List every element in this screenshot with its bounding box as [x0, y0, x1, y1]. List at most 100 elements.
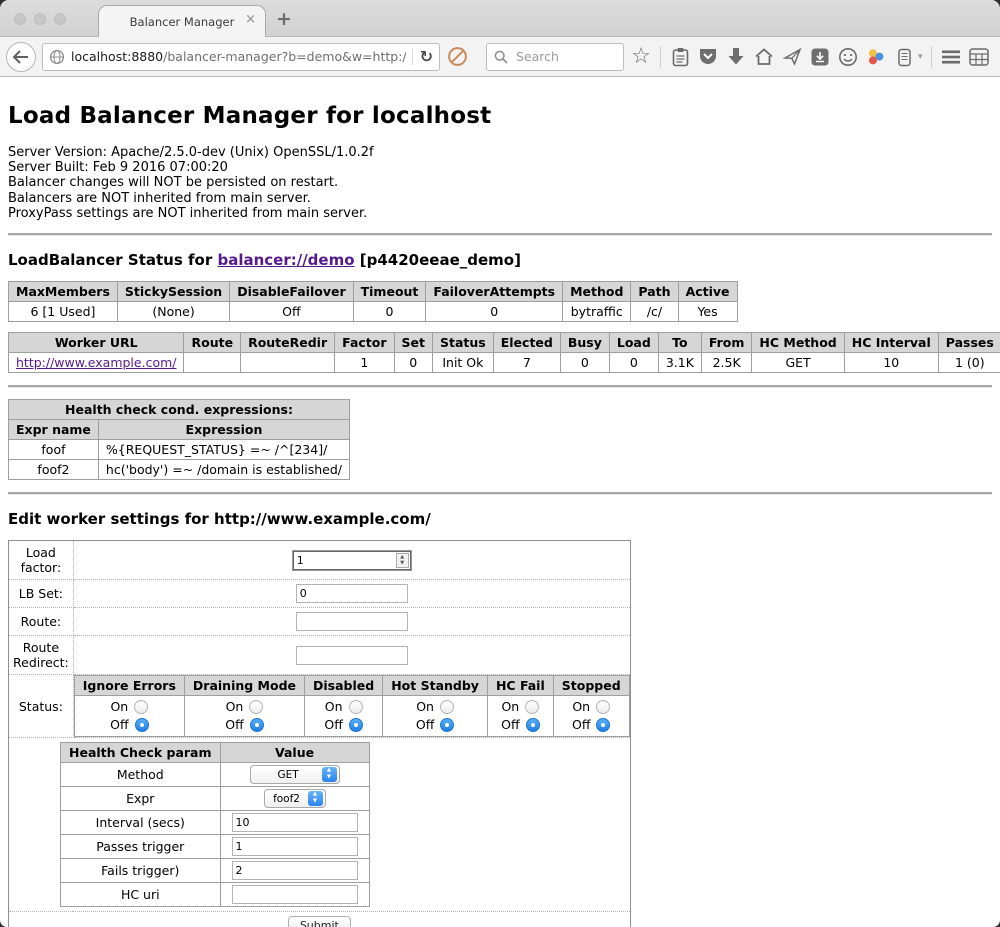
on-label: On	[110, 698, 128, 716]
download-square-icon[interactable]	[809, 45, 831, 69]
submit-button[interactable]: Submit	[288, 916, 351, 927]
server-built-line: Server Built: Feb 9 2016 07:00:20	[8, 160, 992, 175]
tab-bar: Balancer Manager × +	[0, 0, 1000, 37]
cell-failoverattempts: 0	[426, 302, 563, 322]
load-factor-label: Load factor:	[9, 541, 74, 580]
hc-uri-label: HC uri	[61, 883, 221, 907]
col-status: Status	[433, 333, 494, 353]
expressions-title: Health check cond. expressions:	[9, 400, 350, 420]
status-cell-draining-mode: On Off	[184, 696, 304, 737]
hot-standby-on-radio[interactable]	[440, 700, 454, 714]
off-label: Off	[572, 716, 590, 734]
proxypass-notice-line: ProxyPass settings are NOT inherited fro…	[8, 206, 992, 221]
interval-label: Interval (secs)	[61, 811, 221, 835]
col-passes: Passes	[938, 333, 1000, 353]
load-factor-row: Load factor: ▲▼	[9, 541, 631, 580]
cell-load: 0	[609, 353, 658, 373]
table-header-row: Worker URL Route RouteRedir Factor Set S…	[9, 333, 1000, 353]
new-tab-button[interactable]: +	[276, 8, 292, 30]
route-redirect-input[interactable]	[296, 646, 408, 665]
hot-standby-off-radio[interactable]	[440, 718, 454, 732]
health-header-row: Health Check param Value	[61, 743, 370, 763]
route-redirect-row: Route Redirect:	[9, 636, 631, 675]
lb-set-input[interactable]	[296, 584, 408, 603]
tab-close-icon[interactable]: ×	[245, 13, 256, 26]
load-factor-input[interactable]	[294, 554, 396, 567]
workers-table: Worker URL Route RouteRedir Factor Set S…	[8, 332, 1000, 373]
fails-row: Fails trigger)	[61, 859, 370, 883]
stopped-on-radio[interactable]	[596, 700, 610, 714]
hamburger-menu-icon[interactable]	[940, 45, 962, 69]
status-label: Status:	[9, 675, 74, 738]
route-input[interactable]	[296, 612, 408, 631]
navigation-toolbar: localhost:8880/balancer-manager?b=demo&w…	[0, 37, 1000, 77]
expr-select[interactable]: foof2 ▲▼	[264, 789, 326, 808]
on-label: On	[416, 698, 434, 716]
ignore-errors-off-radio[interactable]	[135, 718, 149, 732]
route-label: Route:	[9, 608, 74, 636]
zoom-window-button[interactable]	[54, 13, 66, 25]
back-button[interactable]	[6, 42, 36, 72]
col-stickysession: StickySession	[117, 282, 229, 302]
cell-expr-name: foof	[9, 440, 99, 460]
select-stepper-icon: ▲▼	[322, 767, 337, 782]
status-cell-hot-standby: On Off	[383, 696, 488, 737]
close-window-button[interactable]	[14, 13, 26, 25]
persist-notice-line: Balancer changes will NOT be persisted o…	[8, 175, 992, 190]
chevron-down-icon[interactable]: ▾	[918, 52, 923, 62]
disabled-on-radio[interactable]	[349, 700, 363, 714]
col-path: Path	[631, 282, 678, 302]
hc-uri-row: HC uri	[61, 883, 370, 907]
clipboard-icon[interactable]	[669, 45, 691, 69]
hc-uri-input[interactable]	[232, 885, 358, 904]
colored-dots-icon[interactable]	[865, 45, 887, 69]
bookmark-star-icon[interactable]: ☆	[630, 45, 652, 69]
interval-input[interactable]	[232, 813, 358, 832]
hc-fail-off-radio[interactable]	[526, 718, 540, 732]
send-plane-icon[interactable]	[781, 45, 803, 69]
balancer-status-heading: LoadBalancer Status for balancer://demo …	[8, 251, 992, 269]
method-select[interactable]: GET ▲▼	[250, 765, 340, 784]
off-label: Off	[110, 716, 128, 734]
search-bar[interactable]	[486, 43, 624, 71]
pocket-icon[interactable]	[697, 45, 719, 69]
url-bar[interactable]: localhost:8880/balancer-manager?b=demo&w…	[42, 43, 440, 71]
reload-icon[interactable]: ↻	[412, 49, 433, 65]
stopped-off-radio[interactable]	[596, 718, 610, 732]
cell-to: 3.1K	[658, 353, 701, 373]
tab-balancer-manager[interactable]: Balancer Manager ×	[98, 5, 266, 37]
ignore-errors-on-radio[interactable]	[134, 700, 148, 714]
cell-expression: hc('body') =~ /domain is established/	[98, 460, 349, 480]
container-battery-icon[interactable]	[893, 45, 915, 69]
passes-row: Passes trigger	[61, 835, 370, 859]
grid-panel-icon[interactable]	[968, 45, 990, 69]
draining-mode-on-radio[interactable]	[249, 700, 263, 714]
col-active: Active	[678, 282, 737, 302]
server-info: Server Version: Apache/2.5.0-dev (Unix) …	[8, 145, 992, 221]
hc-fail-on-radio[interactable]	[525, 700, 539, 714]
disabled-off-radio[interactable]	[349, 718, 363, 732]
cell-disablefailover: Off	[230, 302, 353, 322]
col-load: Load	[609, 333, 658, 353]
expression-row: foof %{REQUEST_STATUS} =~ /^[234]/	[9, 440, 350, 460]
worker-url-link[interactable]: http://www.example.com/	[16, 355, 176, 370]
window-controls[interactable]	[14, 13, 66, 25]
search-icon	[494, 50, 508, 64]
content-blocked-icon[interactable]	[446, 45, 468, 69]
load-factor-field[interactable]: ▲▼	[293, 551, 411, 570]
minimize-window-button[interactable]	[34, 13, 46, 25]
feedback-smiley-icon[interactable]	[837, 45, 859, 69]
browser-window: Balancer Manager × + localhost:8880/bala…	[0, 0, 1000, 927]
status-row: Status: Ignore Errors Draining Mode Disa…	[9, 675, 631, 738]
col-factor: Factor	[335, 333, 394, 353]
expression-row: foof2 hc('body') =~ /domain is establish…	[9, 460, 350, 480]
url-text[interactable]: localhost:8880/balancer-manager?b=demo&w…	[71, 49, 406, 64]
home-icon[interactable]	[753, 45, 775, 69]
fails-input[interactable]	[232, 861, 358, 880]
search-input[interactable]	[514, 48, 608, 65]
download-arrow-icon[interactable]	[725, 45, 747, 69]
draining-mode-off-radio[interactable]	[250, 718, 264, 732]
passes-input[interactable]	[232, 837, 358, 856]
number-spinner-icon[interactable]: ▲▼	[396, 553, 409, 568]
balancer-demo-link[interactable]: balancer://demo	[217, 251, 354, 269]
